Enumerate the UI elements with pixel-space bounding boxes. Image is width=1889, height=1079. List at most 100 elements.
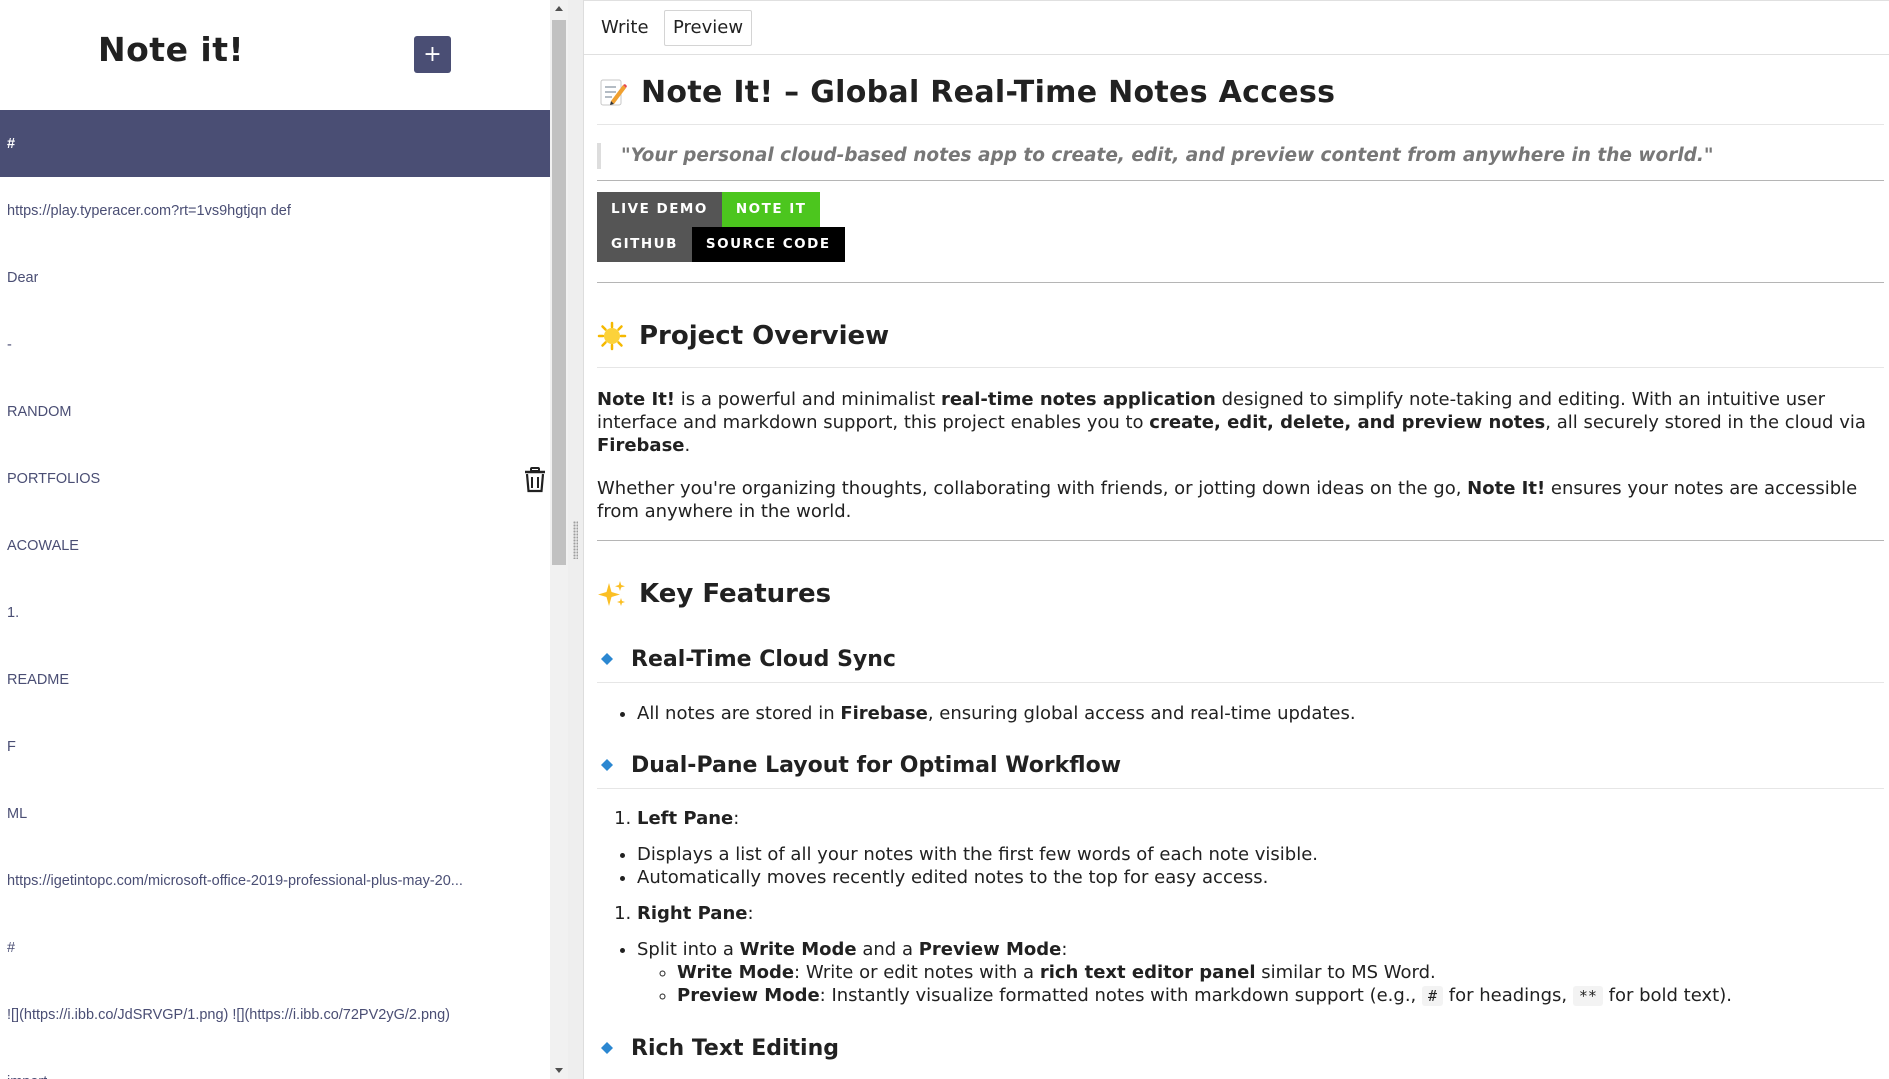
tab-preview[interactable]: Preview — [664, 10, 753, 46]
strong-text: Right Pane — [637, 903, 748, 924]
strong-text: Left Pane — [637, 808, 734, 829]
doc-title-text: Note It! – Global Real-Time Notes Access — [641, 74, 1336, 110]
right-pane-list: Right Pane: — [597, 902, 1884, 925]
sun-icon — [597, 321, 627, 351]
strong-text: real-time notes application — [940, 389, 1216, 410]
note-list-item[interactable]: # — [0, 914, 550, 981]
strong-text: rich text editor panel — [1039, 962, 1256, 983]
note-list-item[interactable]: https://play.typeracer.com?rt=1vs9hgtjqn… — [0, 177, 550, 244]
note-preview-text: ACOWALE — [7, 537, 79, 554]
note-list-item[interactable]: import — [0, 1048, 550, 1079]
notes-list: # https://play.typeracer.com?rt=1vs9hgtjq… — [0, 110, 550, 1079]
note-list-item[interactable]: RANDOM — [0, 378, 550, 445]
note-preview-text: RANDOM — [7, 403, 72, 420]
note-preview-text: - — [7, 336, 12, 353]
note-preview-text: Dear — [7, 269, 39, 286]
badge-github[interactable]: GITHUB SOURCE CODE — [597, 227, 1884, 262]
doc-title: Note It! – Global Real-Time Notes Access — [597, 68, 1884, 116]
inline-code: ** — [1572, 986, 1603, 1006]
note-preview-text: ![](https://i.ibb.co/JdSRVGP/1.png) ![](… — [7, 1006, 451, 1023]
list-item: Split into a Write Mode and a Preview Mo… — [637, 938, 1884, 1008]
app-title: Note it! — [98, 30, 245, 69]
strong-text: Firebase — [840, 703, 928, 724]
heading-underline — [597, 682, 1884, 683]
text: similar to MS Word. — [1255, 962, 1436, 983]
note-list-item[interactable]: README — [0, 646, 550, 713]
editor-toolbar: Write Preview — [584, 0, 1889, 55]
list-item: Automatically moves recently edited note… — [637, 866, 1884, 889]
text: : — [1061, 939, 1068, 960]
scroll-down-arrow-icon[interactable] — [555, 1068, 563, 1073]
note-preview-text: https://play.typeracer.com?rt=1vs9hgtjqn… — [7, 202, 291, 219]
drag-handle-icon[interactable] — [573, 521, 578, 559]
blue-diamond-icon — [601, 653, 613, 665]
text: , ensuring global access and real-time u… — [927, 703, 1356, 724]
text: : — [733, 808, 740, 829]
note-list-item[interactable]: - — [0, 311, 550, 378]
note-preview-text: README — [7, 671, 70, 688]
badge-live-demo[interactable]: LIVE DEMO NOTE IT — [597, 192, 1884, 227]
heading-key-features: Key Features — [597, 569, 1884, 619]
sidebar-scrollbar[interactable] — [550, 0, 568, 1079]
scroll-up-arrow-icon[interactable] — [555, 6, 563, 11]
list-item: Preview Mode: Instantly visualize format… — [677, 984, 1884, 1008]
note-list-item[interactable]: https://igetintopc.com/microsoft-office-… — [0, 847, 550, 914]
note-preview-text: import — [7, 1074, 47, 1079]
note-list-item[interactable]: F — [0, 713, 550, 780]
note-list-item[interactable]: # — [0, 110, 550, 177]
left-pane-bullets: Displays a list of all your notes with t… — [597, 843, 1884, 889]
overview-paragraph-1: Note It! is a powerful and minimalist re… — [597, 388, 1884, 457]
note-list-item[interactable]: 1. — [0, 579, 550, 646]
tagline-quote: "Your personal cloud-based notes app to … — [597, 143, 1884, 169]
notes-sidebar: Note it! + # https://play.typeracer.com?r… — [0, 0, 550, 1079]
divider — [597, 282, 1884, 283]
heading-real-time-cloud-sync: Real-Time Cloud Sync — [597, 639, 1884, 679]
mode-sublist: Write Mode: Write or edit notes with a r… — [637, 961, 1884, 1008]
sidebar-header: Note it! + — [0, 0, 550, 110]
note-list-item[interactable]: Dear — [0, 244, 550, 311]
title-divider — [597, 124, 1884, 125]
note-preview-text: ML — [7, 805, 28, 822]
note-preview-text: # — [7, 135, 16, 152]
new-note-button[interactable]: + — [414, 36, 451, 73]
strong-text: Preview Mode — [918, 939, 1062, 960]
tab-write[interactable]: Write — [592, 10, 658, 46]
list-item: Right Pane: — [637, 902, 1884, 925]
badges: LIVE DEMO NOTE IT GITHUB SOURCE CODE — [597, 192, 1884, 262]
note-list-item[interactable]: PORTFOLIOS — [0, 445, 550, 512]
text: : Write or edit notes with a — [794, 962, 1040, 983]
strong-text: Write Mode — [739, 939, 857, 960]
blue-diamond-icon — [601, 759, 613, 771]
text: is a powerful and minimalist — [675, 389, 941, 410]
heading-rich-text-editing: Rich Text Editing — [597, 1028, 1884, 1068]
note-preview-text: https://igetintopc.com/microsoft-office-… — [7, 872, 463, 889]
note-preview-text: PORTFOLIOS — [7, 470, 101, 487]
strong-text: Write Mode — [677, 962, 795, 983]
list-item: Write Mode: Write or edit notes with a r… — [677, 961, 1884, 984]
scrollbar-thumb[interactable] — [552, 20, 566, 565]
heading-underline — [597, 788, 1884, 789]
trash-icon[interactable] — [524, 467, 546, 493]
right-pane-bullets: Split into a Write Mode and a Preview Mo… — [597, 938, 1884, 1008]
text: for headings, — [1443, 985, 1573, 1006]
text: . — [684, 435, 691, 456]
note-preview-text: F — [7, 738, 16, 755]
note-preview-text: # — [7, 939, 16, 956]
note-list-item[interactable]: ![](https://i.ibb.co/JdSRVGP/1.png) ![](… — [0, 981, 550, 1048]
note-list-item[interactable]: ML — [0, 780, 550, 847]
overview-paragraph-2: Whether you're organizing thoughts, coll… — [597, 477, 1884, 523]
text: : — [747, 903, 754, 924]
note-list-item[interactable]: ACOWALE — [0, 512, 550, 579]
list-item: All notes are stored in Firebase, ensuri… — [637, 702, 1884, 725]
split-gutter[interactable] — [568, 0, 583, 1079]
text: Split into a — [637, 939, 740, 960]
blue-diamond-icon — [601, 1042, 613, 1054]
heading-project-overview: Project Overview — [597, 311, 1884, 361]
text: for bold text). — [1602, 985, 1732, 1006]
strong-text: create, edit, delete, and preview notes — [1149, 412, 1546, 433]
divider — [597, 540, 1884, 541]
heading-underline — [597, 367, 1884, 368]
list-item: Displays a list of all your notes with t… — [637, 843, 1884, 866]
inline-code: # — [1422, 986, 1444, 1006]
text: All notes are stored in — [637, 703, 841, 724]
